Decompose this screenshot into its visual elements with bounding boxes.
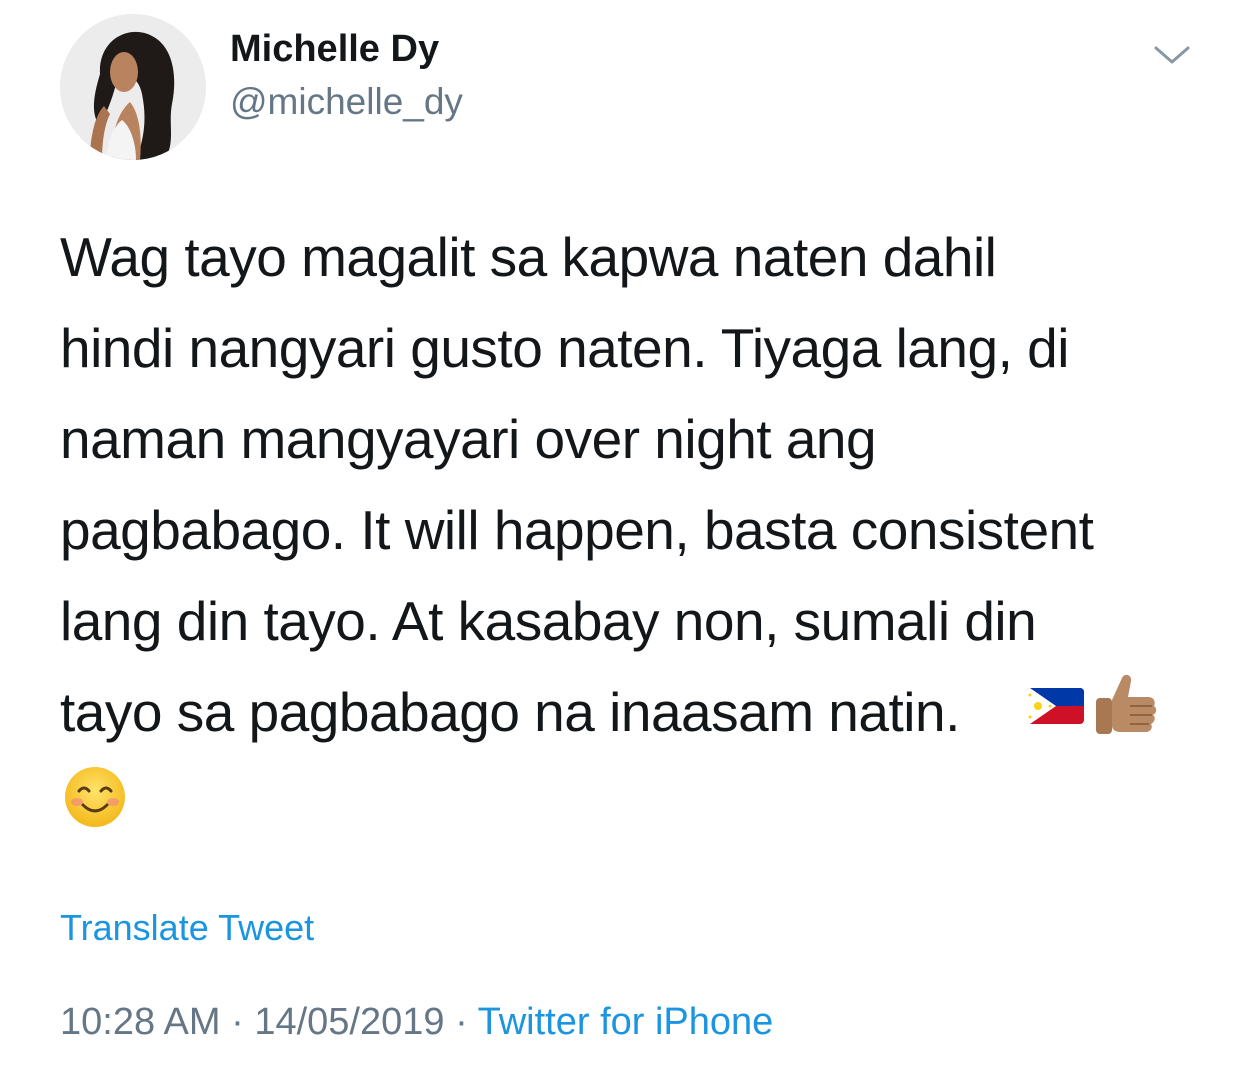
- smiling-face-icon: [63, 765, 127, 829]
- meta-separator: ·: [231, 1001, 244, 1043]
- chevron-down-icon[interactable]: [1150, 40, 1194, 70]
- tweet-text: Wag tayo magalit sa kapwa naten dahil hi…: [60, 226, 1094, 743]
- thumbs-up-icon: [1090, 670, 1160, 742]
- meta-separator: ·: [455, 1001, 468, 1043]
- tweet-meta: 10:28 AM · 14/05/2019 · Twitter for iPho…: [60, 998, 773, 1046]
- philippines-flag-icon: [1024, 684, 1086, 728]
- avatar[interactable]: [60, 14, 206, 160]
- tweet-date[interactable]: 14/05/2019: [254, 1001, 444, 1043]
- tweet-time[interactable]: 10:28 AM: [60, 1001, 221, 1043]
- tweet-card: Michelle Dy @michelle_dy Wag tayo magali…: [0, 0, 1242, 1089]
- avatar-photo: [60, 14, 206, 160]
- author-handle[interactable]: @michelle_dy: [230, 80, 463, 124]
- translate-tweet-link[interactable]: Translate Tweet: [60, 906, 314, 950]
- author-name[interactable]: Michelle Dy: [230, 26, 439, 72]
- tweet-source-link[interactable]: Twitter for iPhone: [478, 1001, 774, 1043]
